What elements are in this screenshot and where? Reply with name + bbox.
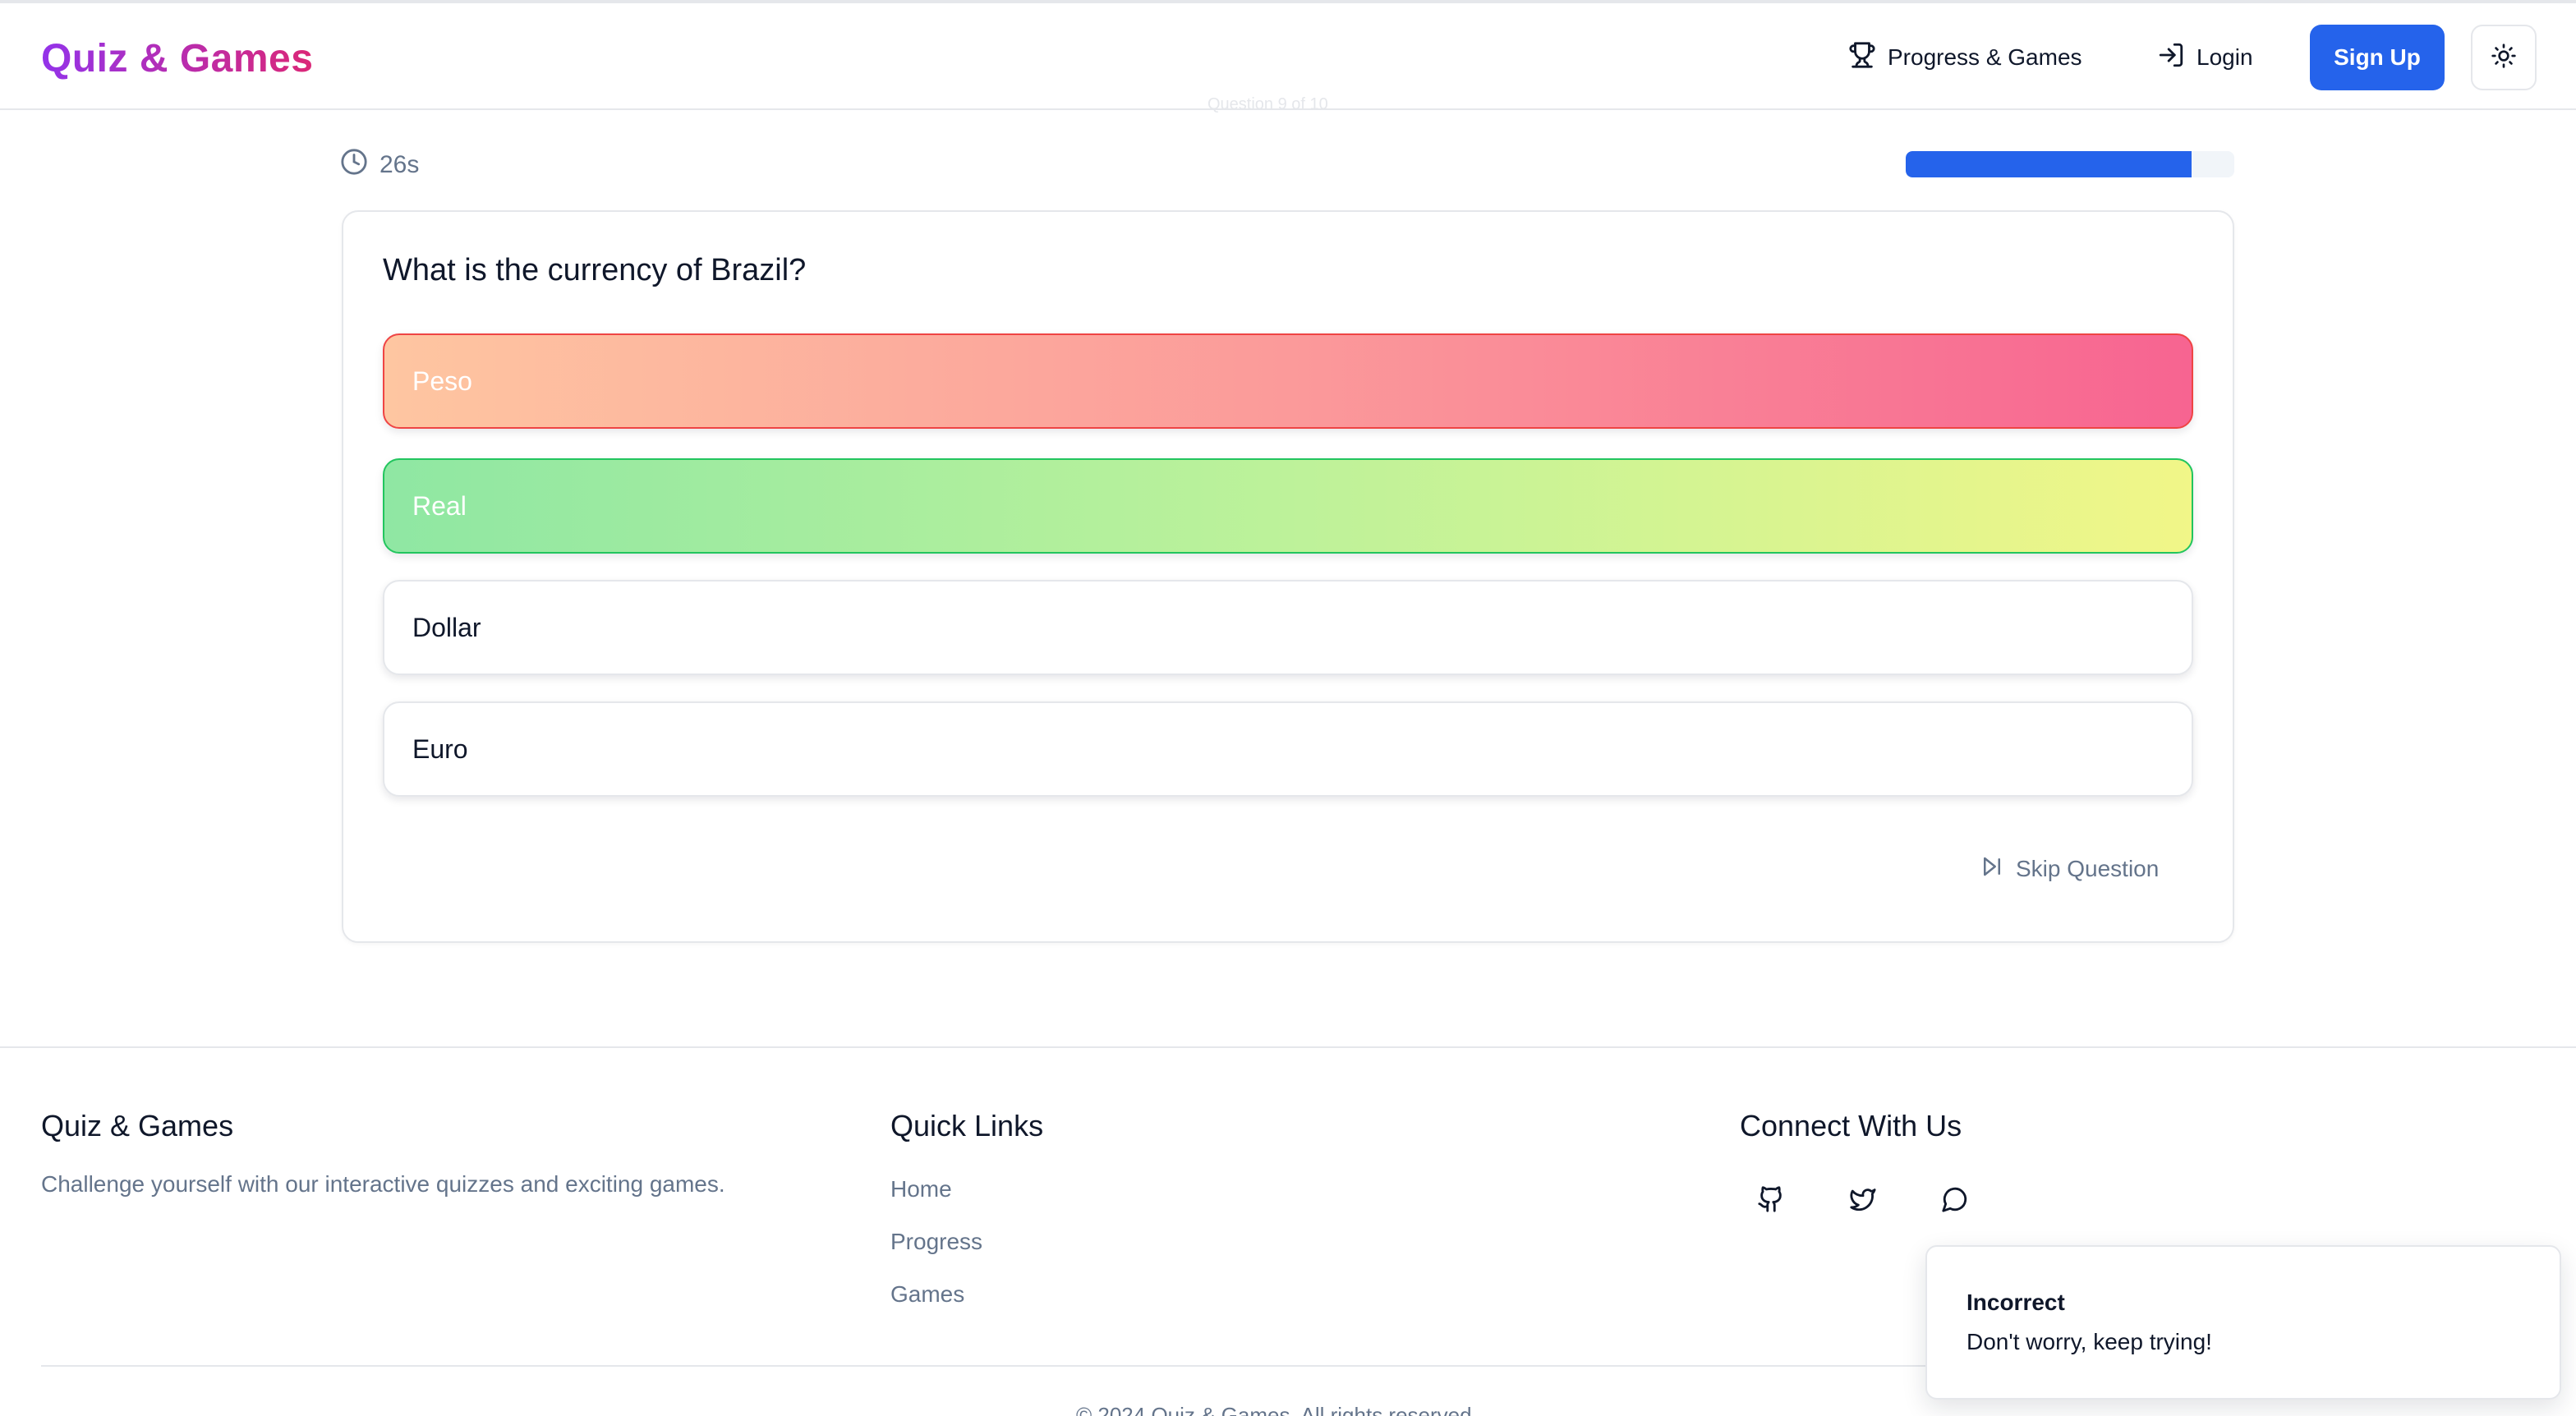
copyright-text: © 2024 Quiz & Games. All rights reserved…	[1076, 1403, 1478, 1416]
login-icon	[2157, 41, 2185, 75]
timer: 26s	[340, 148, 419, 182]
answer-option-real[interactable]: Real	[383, 458, 2193, 554]
quiz-progress-bar	[1906, 151, 2234, 177]
answer-label: Real	[412, 490, 467, 521]
answer-option-peso[interactable]: Peso	[383, 333, 2193, 429]
site-header: Quiz & Games Progress & Games Login Sign…	[0, 3, 2576, 113]
answer-label: Peso	[412, 365, 472, 396]
question-card	[342, 210, 2234, 943]
answer-option-euro[interactable]: Euro	[383, 701, 2193, 797]
twitter-icon	[1849, 1185, 1877, 1217]
quiz-progress-fill	[1906, 151, 2192, 177]
footer-brand-description: Challenge yourself with our interactive …	[41, 1171, 725, 1197]
github-link[interactable]	[1750, 1179, 1792, 1222]
github-icon	[1757, 1185, 1785, 1217]
question-text: What is the currency of Brazil?	[383, 253, 807, 287]
toast-title: Incorrect	[1966, 1290, 2065, 1315]
answer-label: Euro	[412, 733, 468, 764]
footer-link-games[interactable]: Games	[890, 1281, 964, 1308]
sun-icon	[2491, 43, 2517, 73]
footer-brand-title: Quiz & Games	[41, 1109, 234, 1142]
toast-message: Don't worry, keep trying!	[1966, 1329, 2212, 1354]
nav-login[interactable]: Login	[2157, 25, 2253, 90]
answer-option-dollar[interactable]: Dollar	[383, 580, 2193, 675]
footer-divider	[0, 1046, 2576, 1048]
footer-link-progress[interactable]: Progress	[890, 1229, 982, 1255]
skip-forward-icon	[1980, 854, 2004, 885]
site-logo[interactable]: Quiz & Games	[41, 33, 313, 85]
theme-toggle-button[interactable]	[2471, 25, 2537, 90]
skip-question-button[interactable]: Skip Question	[1980, 853, 2159, 885]
quiz-page: Quiz & Games Progress & Games Login Sign…	[0, 0, 2576, 1416]
signup-button[interactable]: Sign Up	[2310, 25, 2445, 90]
message-circle-icon	[1941, 1185, 1969, 1217]
footer-link-home[interactable]: Home	[890, 1176, 952, 1202]
footer-connect-title: Connect With Us	[1740, 1109, 1962, 1142]
faint-question-counter: Question 9 of 10	[1208, 95, 1328, 113]
twitter-link[interactable]	[1842, 1179, 1884, 1222]
nav-progress-label: Progress & Games	[1888, 44, 2082, 70]
nav-progress-games[interactable]: Progress & Games	[1848, 25, 2082, 90]
footer-quick-links-title: Quick Links	[890, 1109, 1044, 1142]
answer-label: Dollar	[412, 612, 481, 642]
nav-login-label: Login	[2196, 44, 2253, 70]
timer-value: 26s	[380, 151, 420, 178]
trophy-icon	[1848, 41, 1876, 75]
skip-label: Skip Question	[2016, 856, 2160, 881]
message-link[interactable]	[1934, 1179, 1976, 1222]
clock-icon	[340, 148, 368, 182]
toast-notification[interactable]: Incorrect Don't worry, keep trying!	[1925, 1245, 2561, 1400]
